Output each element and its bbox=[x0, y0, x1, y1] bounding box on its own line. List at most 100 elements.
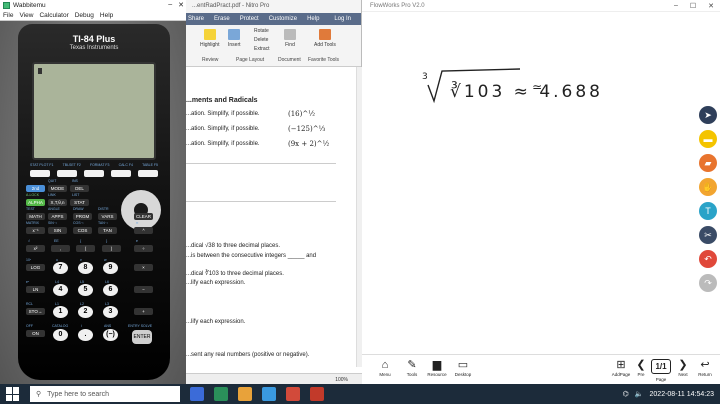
comma-key[interactable]: , bbox=[51, 245, 70, 252]
window-key[interactable] bbox=[57, 170, 77, 177]
add-page-button[interactable]: ⊞ AddPage bbox=[610, 358, 632, 377]
clear-key[interactable]: CLEAR bbox=[134, 213, 153, 220]
resource-button[interactable]: ▆ Resource bbox=[426, 358, 448, 377]
multiply-key[interactable]: × bbox=[134, 264, 153, 271]
zoom-level[interactable]: 100% bbox=[335, 377, 348, 383]
menu-debug[interactable]: Debug bbox=[75, 12, 94, 19]
one-key[interactable]: 1 bbox=[53, 306, 68, 318]
apps-key[interactable]: APPS bbox=[48, 213, 67, 220]
menu-calculator[interactable]: Calculator bbox=[39, 12, 68, 19]
login-link[interactable]: Log In bbox=[334, 16, 351, 22]
tab-customize[interactable]: Customize bbox=[269, 16, 297, 22]
menu-button[interactable]: ⌂ Menu bbox=[374, 358, 396, 377]
taskbar-app-1[interactable] bbox=[214, 387, 228, 401]
seven-key[interactable]: 7 bbox=[53, 262, 68, 274]
windows-start-icon[interactable] bbox=[6, 387, 22, 401]
arrow-pad[interactable] bbox=[121, 190, 161, 230]
insert-button[interactable]: Insert bbox=[228, 29, 241, 48]
clock[interactable]: 2022-08-11 14:54:23 bbox=[650, 391, 714, 398]
menu-view[interactable]: View bbox=[19, 12, 33, 19]
sto-key[interactable]: STO→ bbox=[26, 308, 45, 315]
five-key[interactable]: 5 bbox=[78, 284, 93, 296]
minimize-icon[interactable]: – bbox=[168, 1, 172, 9]
menu-help[interactable]: Help bbox=[100, 12, 113, 19]
taskbar-app-3[interactable] bbox=[310, 387, 324, 401]
tab-share[interactable]: Share bbox=[188, 16, 204, 22]
mode-key[interactable]: MODE bbox=[48, 185, 67, 192]
highlighter-icon[interactable]: ▰ bbox=[699, 154, 717, 172]
second-key[interactable]: 2nd bbox=[26, 185, 45, 192]
nine-key[interactable]: 9 bbox=[103, 262, 118, 274]
extract-button[interactable]: Extract bbox=[254, 46, 270, 52]
enter-key[interactable]: ENTER bbox=[132, 330, 152, 344]
three-key[interactable]: 3 bbox=[103, 306, 118, 318]
on-key[interactable]: ON bbox=[26, 330, 45, 337]
prev-page-button[interactable]: ❮ Pre bbox=[630, 358, 652, 377]
zero-key[interactable]: 0 bbox=[53, 329, 68, 341]
tab-erase[interactable]: Erase bbox=[214, 16, 230, 22]
negative-key[interactable]: (−) bbox=[103, 329, 118, 341]
highlight-button[interactable]: Highlight bbox=[200, 29, 219, 48]
edge-browser-icon[interactable] bbox=[262, 387, 276, 401]
page-indicator[interactable]: 1/1 bbox=[651, 359, 671, 374]
cos-key[interactable]: COS bbox=[73, 227, 92, 234]
delete-button[interactable]: Delete bbox=[254, 37, 268, 43]
subtract-key[interactable]: − bbox=[134, 286, 153, 293]
redo-icon[interactable]: ↷ bbox=[699, 274, 717, 292]
prgm-key[interactable]: PRGM bbox=[73, 213, 92, 220]
square-key[interactable]: x² bbox=[26, 245, 45, 252]
rotate-button[interactable]: Rotate bbox=[254, 28, 269, 34]
sin-key[interactable]: SIN bbox=[48, 227, 67, 234]
calculator-screen[interactable] bbox=[32, 62, 156, 160]
menu-file[interactable]: File bbox=[3, 12, 13, 19]
hand-icon[interactable]: ✋ bbox=[699, 178, 717, 196]
trace-key[interactable] bbox=[111, 170, 131, 177]
task-view-icon[interactable] bbox=[190, 387, 204, 401]
xinv-key[interactable]: x⁻¹ bbox=[26, 227, 45, 234]
stat-key[interactable]: STAT bbox=[70, 199, 89, 206]
taskbar-search[interactable]: ⚲ Type here to search bbox=[30, 386, 180, 402]
y-equals-key[interactable] bbox=[30, 170, 50, 177]
desktop-button[interactable]: ▭ Desktop bbox=[452, 358, 474, 377]
log-key[interactable]: LOG bbox=[26, 264, 45, 271]
close-icon[interactable]: ✕ bbox=[708, 2, 714, 10]
return-button[interactable]: ↩ Return bbox=[694, 358, 716, 377]
volume-icon[interactable]: 🔈 bbox=[635, 390, 644, 398]
find-button[interactable]: Find bbox=[284, 29, 296, 48]
tools-button[interactable]: ✎ Tools bbox=[401, 358, 423, 377]
text-icon[interactable]: T bbox=[699, 202, 717, 220]
two-key[interactable]: 2 bbox=[78, 306, 93, 318]
power-key[interactable]: ^ bbox=[134, 227, 153, 234]
rparen-key[interactable]: ) bbox=[102, 245, 121, 252]
tab-help[interactable]: Help bbox=[307, 16, 319, 22]
undo-icon[interactable]: ↶ bbox=[699, 250, 717, 268]
four-key[interactable]: 4 bbox=[53, 284, 68, 296]
six-key[interactable]: 6 bbox=[103, 284, 118, 296]
network-icon[interactable]: ⌬ bbox=[623, 390, 629, 398]
vars-key[interactable]: VARS bbox=[98, 213, 117, 220]
lparen-key[interactable]: ( bbox=[76, 245, 95, 252]
minimize-icon[interactable]: – bbox=[674, 2, 678, 10]
add-tools-button[interactable]: Add Tools bbox=[314, 29, 336, 48]
divide-key[interactable]: ÷ bbox=[134, 245, 153, 252]
del-key[interactable]: DEL bbox=[70, 185, 89, 192]
whiteboard-canvas[interactable]: 3 ≃ ∛103 ≈ 4.688 ➤ ▬ ▰ ✋ T ✂ ↶ ↷ bbox=[362, 12, 720, 349]
alpha-key[interactable]: ALPHA bbox=[26, 199, 45, 206]
pdf-document-page[interactable]: ...ments and Radicals ...ation. Simplify… bbox=[186, 67, 362, 373]
xton-key[interactable]: X,T,θ,n bbox=[48, 199, 67, 206]
decimal-key[interactable]: . bbox=[78, 329, 93, 341]
eight-key[interactable]: 8 bbox=[78, 262, 93, 274]
add-key[interactable]: + bbox=[134, 308, 153, 315]
maximize-icon[interactable]: ☐ bbox=[690, 2, 696, 10]
zoom-key[interactable] bbox=[84, 170, 104, 177]
graph-key[interactable] bbox=[138, 170, 158, 177]
taskbar-app-2[interactable] bbox=[286, 387, 300, 401]
math-key[interactable]: MATH bbox=[26, 213, 45, 220]
file-explorer-icon[interactable] bbox=[238, 387, 252, 401]
pointer-icon[interactable]: ➤ bbox=[699, 106, 717, 124]
tan-key[interactable]: TAN bbox=[98, 227, 117, 234]
tab-protect[interactable]: Protect bbox=[240, 16, 259, 22]
ln-key[interactable]: LN bbox=[26, 286, 45, 293]
close-icon[interactable]: ✕ bbox=[178, 1, 184, 9]
scissors-icon[interactable]: ✂ bbox=[699, 226, 717, 244]
